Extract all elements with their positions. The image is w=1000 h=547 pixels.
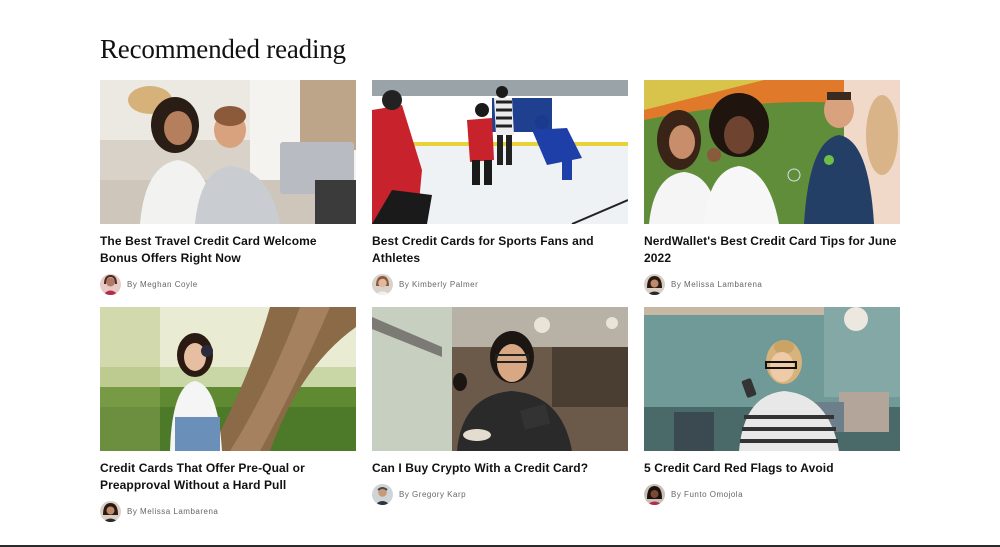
byline: By Meghan Coyle — [100, 274, 356, 295]
woman-under-tree-photo[interactable] — [100, 307, 356, 451]
author-avatar — [644, 274, 665, 295]
article-card-travel-bonus[interactable]: The Best Travel Credit Card Welcome Bonu… — [100, 80, 356, 295]
couple-laptop-photo[interactable] — [100, 80, 356, 224]
author-byline[interactable]: By Meghan Coyle — [127, 280, 198, 289]
author-byline[interactable]: By Melissa Lambarena — [671, 280, 762, 289]
byline: By Melissa Lambarena — [100, 501, 356, 522]
author-byline[interactable]: By Melissa Lambarena — [127, 507, 218, 516]
man-cafe-phone-photo[interactable] — [372, 307, 628, 451]
article-title[interactable]: Credit Cards That Offer Pre-Qual or Prea… — [100, 460, 356, 494]
author-avatar — [372, 484, 393, 505]
author-byline[interactable]: By Kimberly Palmer — [399, 280, 478, 289]
byline: By Gregory Karp — [372, 484, 628, 505]
author-byline[interactable]: By Funto Omojola — [671, 490, 743, 499]
author-avatar — [100, 274, 121, 295]
article-title[interactable]: 5 Credit Card Red Flags to Avoid — [644, 460, 900, 477]
article-card-crypto[interactable]: Can I Buy Crypto With a Credit Card? By … — [372, 307, 628, 505]
article-title[interactable]: NerdWallet's Best Credit Card Tips for J… — [644, 233, 900, 267]
article-card-red-flags[interactable]: 5 Credit Card Red Flags to Avoid By Funt… — [644, 307, 900, 505]
woman-phone-cafe-photo[interactable] — [644, 307, 900, 451]
author-avatar — [100, 501, 121, 522]
article-card-june-tips[interactable]: NerdWallet's Best Credit Card Tips for J… — [644, 80, 900, 295]
section-title: Recommended reading — [100, 34, 346, 64]
author-avatar — [372, 274, 393, 295]
byline: By Funto Omojola — [644, 484, 900, 505]
author-byline[interactable]: By Gregory Karp — [399, 490, 466, 499]
article-title[interactable]: The Best Travel Credit Card Welcome Bonu… — [100, 233, 356, 267]
article-title[interactable]: Can I Buy Crypto With a Credit Card? — [372, 460, 628, 477]
byline: By Melissa Lambarena — [644, 274, 900, 295]
hockey-game-photo[interactable] — [372, 80, 628, 224]
article-title[interactable]: Best Credit Cards for Sports Fans and At… — [372, 233, 628, 267]
byline: By Kimberly Palmer — [372, 274, 628, 295]
article-card-sports-fans[interactable]: Best Credit Cards for Sports Fans and At… — [372, 80, 628, 295]
author-avatar — [644, 484, 665, 505]
article-card-prequal[interactable]: Credit Cards That Offer Pre-Qual or Prea… — [100, 307, 356, 522]
friends-bubbles-photo[interactable] — [644, 80, 900, 224]
